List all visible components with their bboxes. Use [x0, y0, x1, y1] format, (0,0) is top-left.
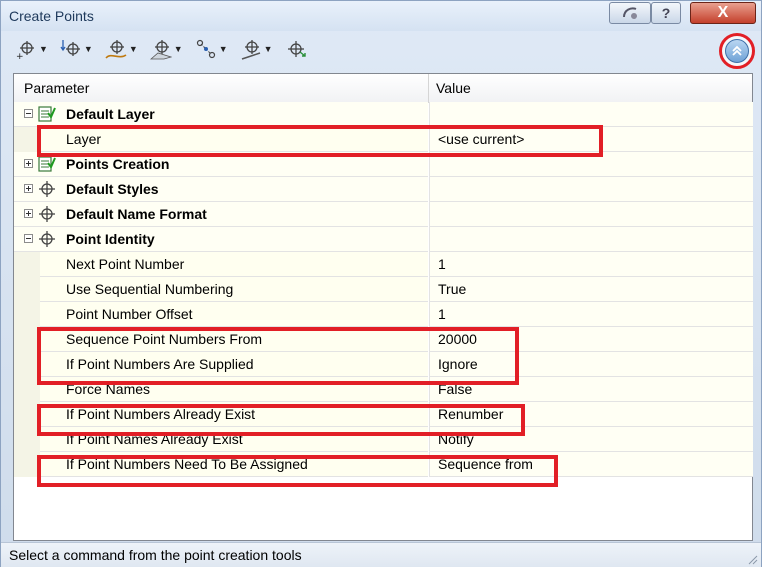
property-value[interactable]: Notify	[438, 431, 474, 447]
elevation-points-icon	[60, 40, 80, 56]
chevron-down-icon: ▼	[218, 44, 228, 54]
title-bar: Create Points ? X	[1, 1, 761, 31]
property-label: Layer	[66, 131, 102, 147]
property-value[interactable]: Renumber	[438, 406, 503, 422]
property-row-force-names[interactable]: Force Names False	[14, 377, 753, 402]
property-value[interactable]: <use current>	[438, 131, 524, 147]
property-label: Use Sequential Numbering	[66, 281, 234, 297]
property-label: If Point Names Already Exist	[66, 431, 243, 447]
resize-grip-icon[interactable]	[746, 553, 758, 565]
interpolate-points-tool[interactable]: ▼	[193, 37, 230, 61]
property-value[interactable]: 20000	[438, 331, 477, 347]
group-row-points-creation[interactable]: Points Creation	[14, 152, 753, 177]
property-value[interactable]: 1	[438, 256, 446, 272]
property-row-next-point-number[interactable]: Next Point Number 1	[14, 252, 753, 277]
group-row-default-layer[interactable]: Default Layer	[14, 102, 753, 127]
help-button[interactable]: ?	[651, 2, 681, 24]
alignment-points-icon	[105, 40, 127, 59]
point-identity-icon	[39, 231, 55, 247]
import-points-tool[interactable]	[283, 37, 309, 61]
property-value[interactable]: 1	[438, 306, 446, 322]
property-value[interactable]: Sequence from	[438, 456, 533, 472]
chevron-down-icon: ▼	[263, 44, 273, 54]
property-row-layer[interactable]: Layer <use current>	[14, 127, 753, 152]
group-label: Point Identity	[66, 231, 155, 247]
parameter-column-header[interactable]: Parameter	[24, 80, 89, 96]
close-icon: X	[717, 4, 729, 21]
property-row-use-sequential-numbering[interactable]: Use Sequential Numbering True	[14, 277, 753, 302]
elevation-points-tool[interactable]: ▼	[58, 37, 95, 61]
help-icon: ?	[661, 5, 671, 21]
expand-toggle-icon[interactable]	[24, 184, 33, 193]
value-column-header[interactable]: Value	[436, 80, 471, 96]
slope-points-icon	[241, 40, 260, 60]
import-points-icon	[287, 41, 306, 57]
property-label: Next Point Number	[66, 256, 185, 272]
chevron-down-icon: ▼	[173, 44, 183, 54]
miscellaneous-points-icon: +	[16, 41, 34, 60]
layer-properties-icon	[38, 106, 56, 122]
create-points-window: Create Points ? X + ▼ ▼ ▼ ▼ ▼ ▼ Paramete…	[0, 0, 762, 567]
slope-points-tool[interactable]: ▼	[238, 37, 275, 61]
points-creation-icon	[38, 156, 56, 172]
surface-points-icon	[149, 40, 172, 60]
group-label: Default Name Format	[66, 206, 207, 222]
expand-toggle-icon[interactable]	[24, 209, 33, 218]
property-row-sequence-point-numbers-from[interactable]: Sequence Point Numbers From 20000	[14, 327, 753, 352]
surface-points-tool[interactable]: ▼	[148, 37, 185, 61]
property-row-if-point-numbers-are-supplied[interactable]: If Point Numbers Are Supplied Ignore	[14, 352, 753, 377]
chevron-down-icon: ▼	[39, 44, 48, 54]
point-creation-toolbar: + ▼ ▼ ▼ ▼ ▼ ▼	[13, 35, 309, 63]
property-label: If Point Numbers Need To Be Assigned	[66, 456, 308, 472]
property-value[interactable]: Ignore	[438, 356, 478, 372]
point-name-format-icon	[39, 206, 55, 222]
group-label: Default Styles	[66, 181, 159, 197]
collapse-toggle-icon[interactable]	[24, 234, 33, 243]
chevron-double-up-icon	[725, 39, 749, 63]
property-row-point-number-offset[interactable]: Point Number Offset 1	[14, 302, 753, 327]
group-row-default-name-format[interactable]: Default Name Format	[14, 202, 753, 227]
property-row-if-point-names-already-exist[interactable]: If Point Names Already Exist Notify	[14, 427, 753, 452]
group-row-default-styles[interactable]: Default Styles	[14, 177, 753, 202]
svg-text:+: +	[16, 52, 24, 60]
window-title: Create Points	[9, 8, 94, 24]
status-bar: Select a command from the point creation…	[1, 542, 761, 567]
expand-toggle-icon[interactable]	[24, 159, 33, 168]
property-value[interactable]: False	[438, 381, 472, 397]
property-label: Point Number Offset	[66, 306, 193, 322]
alignment-points-tool[interactable]: ▼	[103, 37, 140, 61]
group-label: Default Layer	[66, 106, 155, 122]
property-row-if-point-numbers-need-to-be-assigned[interactable]: If Point Numbers Need To Be Assigned Seq…	[14, 452, 753, 477]
close-button[interactable]: X	[690, 2, 756, 24]
chevron-down-icon: ▼	[83, 44, 93, 54]
property-label: If Point Numbers Are Supplied	[66, 356, 254, 372]
property-label: Sequence Point Numbers From	[66, 331, 263, 347]
help-flyout-icon	[623, 7, 637, 19]
status-text: Select a command from the point creation…	[9, 547, 302, 563]
property-label: If Point Numbers Already Exist	[66, 406, 256, 422]
parameter-grid: Parameter Value Default Layer Layer <use…	[13, 73, 753, 541]
miscellaneous-points-tool[interactable]: + ▼	[13, 37, 50, 61]
column-divider[interactable]	[428, 74, 429, 102]
point-style-icon	[39, 181, 55, 197]
group-label: Points Creation	[66, 156, 170, 172]
property-row-if-point-numbers-already-exist[interactable]: If Point Numbers Already Exist Renumber	[14, 402, 753, 427]
grid-header: Parameter Value	[14, 74, 752, 103]
chevron-down-icon: ▼	[128, 44, 138, 54]
grid-rows: Default Layer Layer <use current> Points…	[14, 102, 753, 477]
help-toggle-button[interactable]	[609, 2, 651, 24]
expand-collapse-button[interactable]	[719, 33, 755, 69]
property-label: Force Names	[66, 381, 151, 397]
group-row-point-identity[interactable]: Point Identity	[14, 227, 753, 252]
property-value[interactable]: True	[438, 281, 466, 297]
collapse-toggle-icon[interactable]	[24, 109, 33, 118]
interpolate-points-icon	[196, 39, 215, 59]
